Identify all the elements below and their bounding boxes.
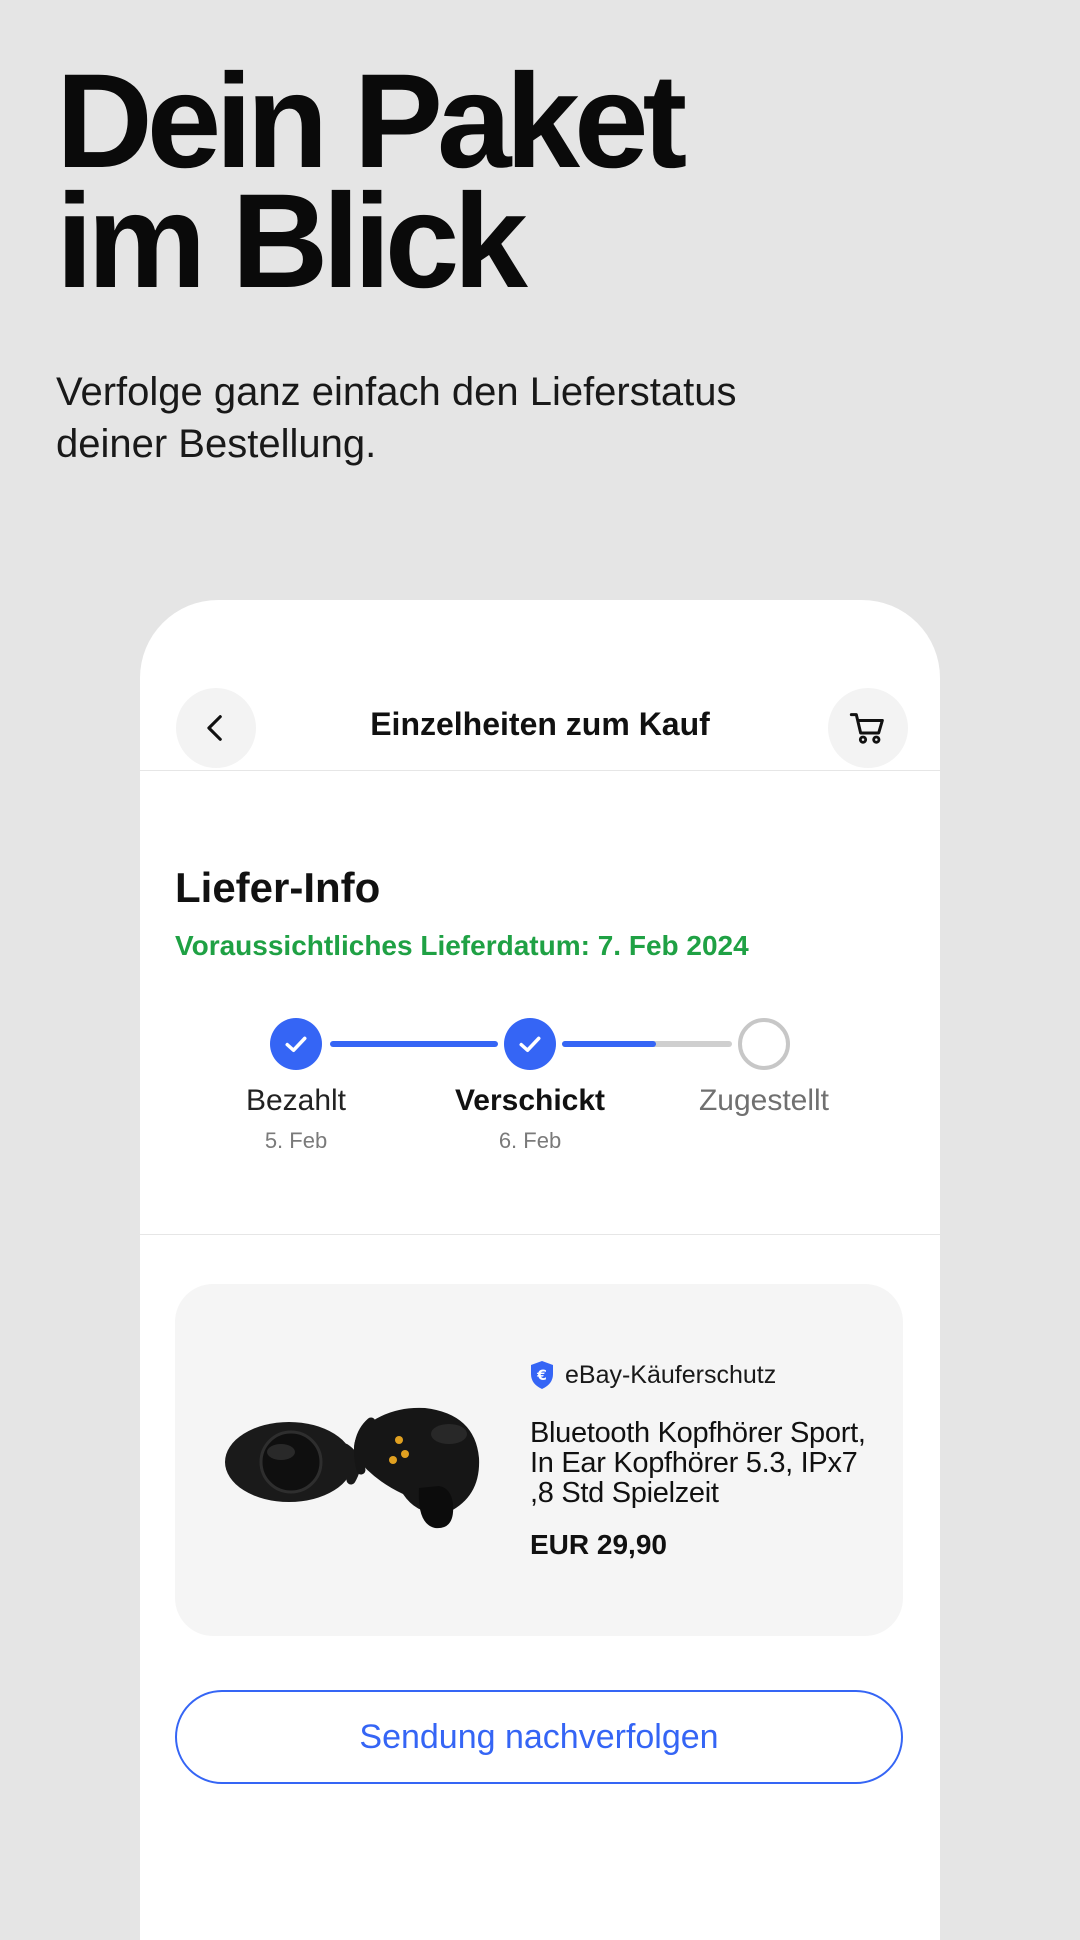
purchased-item-card[interactable]: € eBay-Käuferschutz Bluetooth Kopfhörer … [175,1284,903,1636]
promo-headline: Dein Paket im Blick [56,47,687,316]
promo-subline: Verfolge ganz einfach den Lieferstatus d… [56,370,737,466]
delivery-section-title: Liefer-Info [175,864,381,911]
buyer-protection-label: eBay-Käuferschutz [565,1360,777,1389]
step-paid-check-icon [270,1018,322,1070]
step-delivered-pending-icon [738,1018,790,1070]
progress-segment-shipped-delivered-fill [562,1041,656,1047]
product-title[interactable]: Bluetooth Kopfhörer Sport, In Ear Kopfhö… [530,1418,870,1508]
step-date-shipped: 6. Feb [498,1128,562,1153]
earbuds-product-image [225,1407,480,1529]
shield-euro-icon: € [531,1361,553,1389]
section-divider [140,1234,940,1235]
progress-segment-paid-shipped [330,1041,498,1047]
cart-button[interactable] [828,688,908,768]
step-label-paid: Bezahlt [245,1084,347,1117]
phone-screen: Einzelheiten zum Kauf Liefer-Info Voraus… [140,600,940,1940]
buyer-protection: € eBay-Käuferschutz [529,1360,776,1390]
track-shipment-button[interactable]: Sendung nachverfolgen [175,1690,903,1784]
page-title: Einzelheiten zum Kauf [370,706,710,742]
step-date-paid: 5. Feb [264,1128,328,1153]
step-label-shipped: Verschickt [454,1084,606,1117]
step-label-delivered: Zugestellt [698,1084,830,1117]
app-header: Einzelheiten zum Kauf [140,688,940,771]
cart-icon [849,713,884,744]
svg-text:€: € [536,1368,547,1384]
estimated-delivery-date: Voraussichtliches Lieferdatum: 7. Feb 20… [175,930,749,961]
step-shipped-check-icon [504,1018,556,1070]
delivery-progress-tracker: Bezahlt Verschickt Zugestellt 5. Feb 6. … [140,1018,940,1168]
product-price: EUR 29,90 [530,1529,667,1560]
